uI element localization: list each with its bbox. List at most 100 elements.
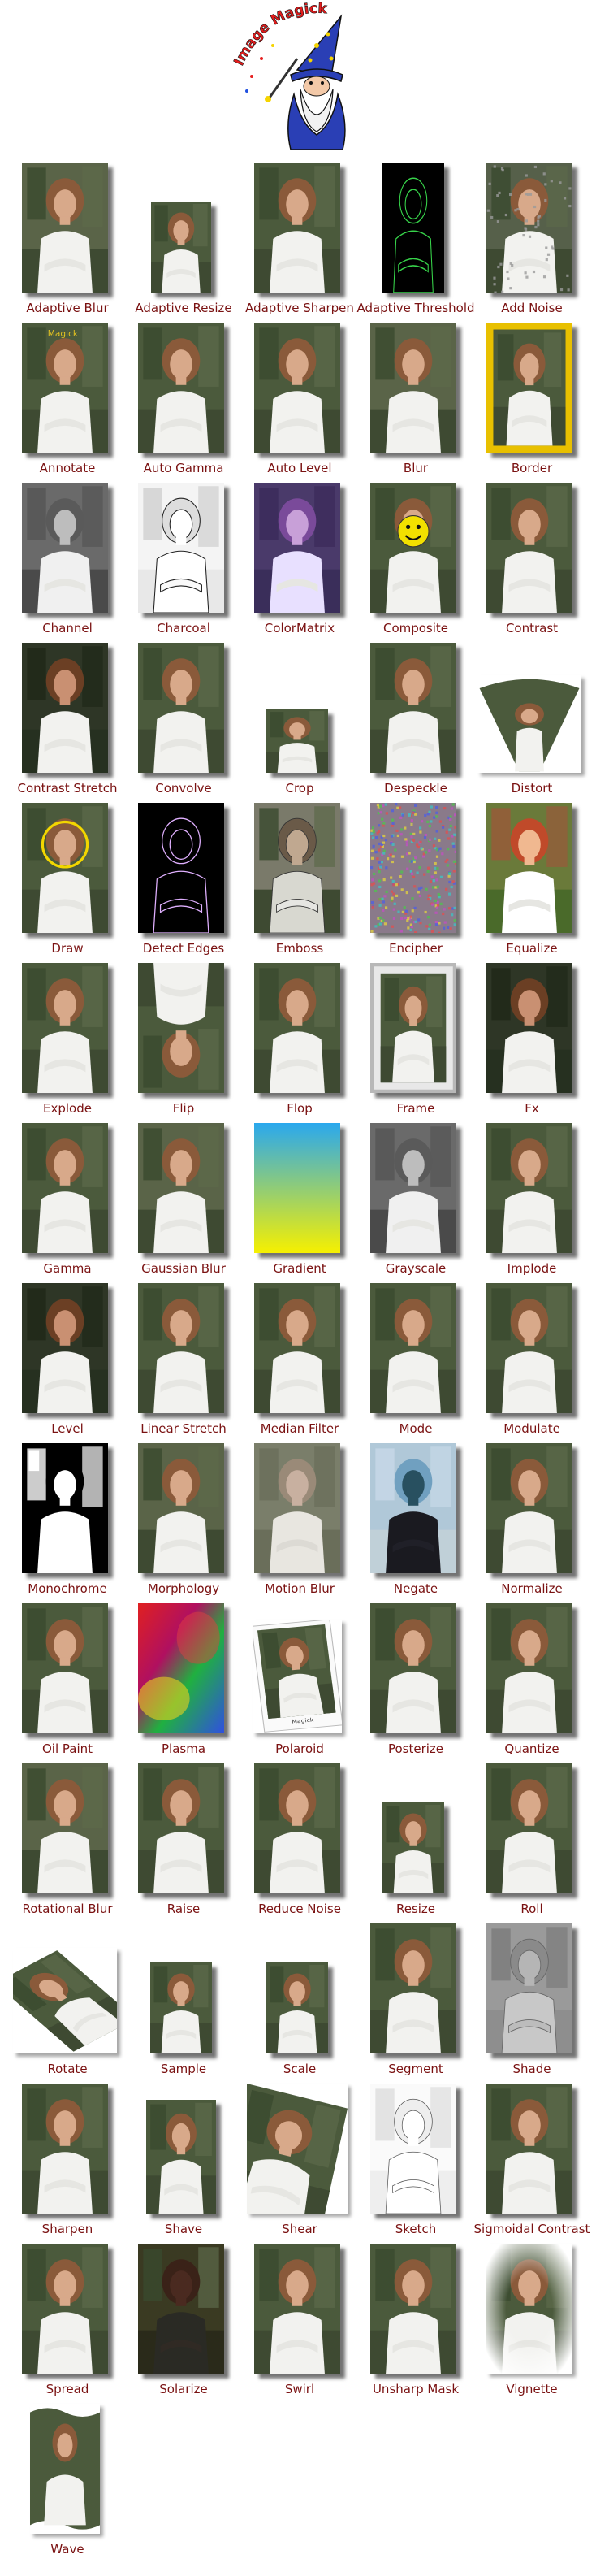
effect-thumbnail <box>254 163 340 293</box>
effect-caption: Gaussian Blur <box>141 1261 226 1276</box>
effect-thumbnail <box>486 323 572 453</box>
effect-thumbnail <box>254 963 340 1093</box>
effect-caption: Roll <box>520 1902 543 1916</box>
svg-text:Magick: Magick <box>48 328 79 339</box>
effect-item-oil-paint: Oil Paint <box>8 1603 127 1764</box>
effect-thumbnail <box>254 323 340 453</box>
effect-thumbnail <box>370 963 456 1093</box>
effect-caption: Quantize <box>504 1741 559 1756</box>
effect-thumbnail <box>138 1603 224 1733</box>
effect-thumbnail <box>370 803 456 933</box>
effect-item-normalize: Normalize <box>473 1443 591 1604</box>
effect-thumbnail <box>370 1443 456 1573</box>
effect-thumbnail <box>254 1283 340 1413</box>
effect-item-adaptive-sharpen: Adaptive Sharpen <box>240 163 359 323</box>
effect-caption: Crop <box>285 781 314 796</box>
effect-caption: Contrast Stretch <box>17 781 118 796</box>
effect-thumbnail <box>370 483 456 613</box>
effect-thumbnail <box>150 1962 212 2053</box>
effect-thumbnail <box>22 2084 108 2214</box>
effect-thumbnail <box>138 1283 224 1413</box>
effect-caption: Segment <box>388 2062 443 2076</box>
effect-thumbnail <box>370 2084 456 2214</box>
effect-thumbnail <box>486 1283 572 1413</box>
effect-item-reduce-noise: Reduce Noise <box>240 1763 359 1924</box>
effect-item-explode: Explode <box>8 963 127 1124</box>
effect-caption: Solarize <box>159 2382 208 2396</box>
effect-caption: Auto Level <box>267 461 332 475</box>
effect-item-adaptive-threshold: Adaptive Threshold <box>356 163 475 323</box>
effect-thumbnail <box>22 1763 108 1893</box>
effect-item-mode: Mode <box>356 1283 475 1444</box>
effect-caption: Implode <box>507 1261 557 1276</box>
effect-caption: Frame <box>396 1101 435 1116</box>
effect-thumbnail <box>22 483 108 613</box>
effect-caption: Sharpen <box>41 2222 93 2236</box>
effect-caption: Sigmoidal Contrast <box>473 2222 590 2236</box>
effect-item-blur: Blur <box>356 323 475 484</box>
effect-thumbnail <box>138 1443 224 1573</box>
effect-thumbnail <box>138 1123 224 1253</box>
effect-caption: Spread <box>45 2382 89 2396</box>
effect-item-convolve: Convolve <box>124 643 243 804</box>
effect-thumbnail: Magick <box>22 323 108 453</box>
effect-item-spread: Spread <box>8 2244 127 2405</box>
effect-caption: Mode <box>399 1421 433 1436</box>
effects-gallery: Adaptive Blur Adaptive Resize Adaptive S… <box>0 0 596 2576</box>
effect-thumbnail <box>370 1923 456 2053</box>
effect-item-modulate: Modulate <box>473 1283 591 1444</box>
effect-caption: Linear Stretch <box>140 1421 227 1436</box>
effect-caption: Blur <box>403 461 429 475</box>
effect-item-adaptive-blur: Adaptive Blur <box>8 163 127 323</box>
effect-caption: Grayscale <box>385 1261 447 1276</box>
effect-caption: Monochrome <box>28 1581 107 1596</box>
effect-item-shear: Shear <box>240 2084 359 2244</box>
effect-item-annotate: Magick Annotate <box>8 323 127 484</box>
effect-caption: Channel <box>42 621 93 635</box>
effect-thumbnail <box>486 803 572 933</box>
effect-thumbnail <box>22 1283 108 1413</box>
effect-thumbnail <box>370 1283 456 1413</box>
effect-item-posterize: Posterize <box>356 1603 475 1764</box>
effect-thumbnail <box>254 1763 340 1893</box>
effect-item-resize: Resize <box>356 1763 475 1924</box>
effect-item-sample: Sample <box>124 1923 243 2084</box>
effect-thumbnail <box>486 2244 572 2374</box>
effect-thumbnail <box>486 483 572 613</box>
effect-thumbnail <box>138 643 224 773</box>
effect-caption: Morphology <box>147 1581 220 1596</box>
effect-thumbnail <box>138 483 224 613</box>
effect-thumbnail <box>486 2084 572 2214</box>
effect-item-rotate: Rotate <box>8 1923 127 2084</box>
effect-thumbnail <box>486 963 572 1093</box>
effect-thumbnail <box>486 163 572 293</box>
effect-caption: Posterize <box>387 1741 444 1756</box>
effect-thumbnail <box>370 643 456 773</box>
effect-item-equalize: Equalize <box>473 803 591 964</box>
effect-item-sigmoidal-contrast: Sigmoidal Contrast <box>473 2084 591 2244</box>
effect-caption: Annotate <box>39 461 96 475</box>
effect-item-sharpen: Sharpen <box>8 2084 127 2244</box>
effect-caption: Oil Paint <box>41 1741 93 1756</box>
effect-caption: Reduce Noise <box>258 1902 341 1916</box>
effect-caption: Raise <box>166 1902 201 1916</box>
effect-item-level: Level <box>8 1283 127 1444</box>
effect-caption: Vignette <box>506 2382 558 2396</box>
effect-thumbnail <box>254 1443 340 1573</box>
effect-item-border: Border <box>473 323 591 484</box>
effect-thumbnail <box>22 1123 108 1253</box>
effect-item-charcoal: Charcoal <box>124 483 243 644</box>
effect-item-roll: Roll <box>473 1763 591 1924</box>
effect-item-swirl: Swirl <box>240 2244 359 2405</box>
effect-item-fx: Fx <box>473 963 591 1124</box>
effect-item-gaussian-blur: Gaussian Blur <box>124 1123 243 1284</box>
effect-item-flip: Flip <box>124 963 243 1124</box>
effect-thumbnail <box>370 1123 456 1253</box>
effect-caption: Fx <box>525 1101 539 1116</box>
effect-item-polaroid: Magick Polaroid <box>240 1603 359 1764</box>
effect-caption: Charcoal <box>157 621 210 635</box>
effect-caption: Sketch <box>395 2222 437 2236</box>
effect-thumbnail <box>254 2244 340 2374</box>
effect-caption: Encipher <box>389 941 443 956</box>
effect-caption: Median Filter <box>260 1421 339 1436</box>
